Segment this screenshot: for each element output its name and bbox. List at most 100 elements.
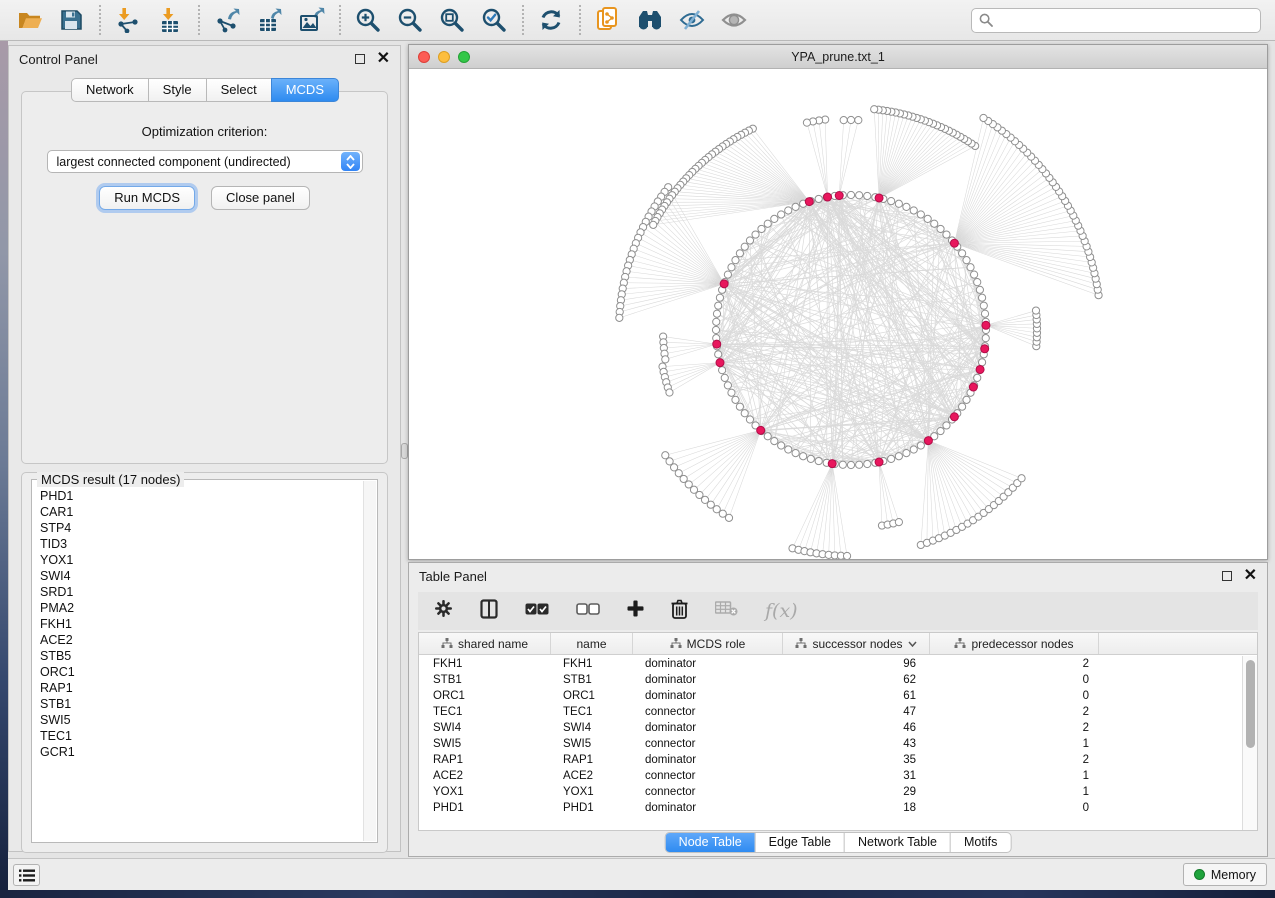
tab-network-table[interactable]: Network Table bbox=[844, 833, 950, 852]
mcds-result-item[interactable]: PHD1 bbox=[34, 488, 362, 504]
eye-slash-icon bbox=[678, 8, 706, 32]
criterion-select[interactable]: largest connected component (undirected) bbox=[47, 150, 363, 173]
task-history-button[interactable] bbox=[13, 864, 40, 886]
close-panel-icon[interactable]: ✕ bbox=[377, 54, 390, 64]
mcds-result-item[interactable]: TID3 bbox=[34, 536, 362, 552]
export-table-icon bbox=[256, 7, 283, 33]
float-panel-icon[interactable] bbox=[355, 54, 365, 64]
mcds-result-item[interactable]: TEC1 bbox=[34, 728, 362, 744]
tab-mcds[interactable]: MCDS bbox=[271, 78, 339, 102]
save-button[interactable] bbox=[54, 4, 88, 36]
zoom-out-button[interactable] bbox=[393, 4, 427, 36]
table-cell: 1 bbox=[930, 770, 1099, 782]
import-network-button[interactable] bbox=[111, 4, 145, 36]
mcds-result-item[interactable]: YOX1 bbox=[34, 552, 362, 568]
table-row[interactable]: SWI5SWI5connector431 bbox=[419, 736, 1242, 752]
table-row[interactable]: ACE2ACE2connector311 bbox=[419, 768, 1242, 784]
table-settings-button[interactable] bbox=[434, 599, 453, 623]
toolbar-search[interactable] bbox=[971, 8, 1261, 33]
memory-status-icon bbox=[1194, 869, 1205, 880]
mcds-result-item[interactable]: FKH1 bbox=[34, 616, 362, 632]
table-row[interactable]: RAP1RAP1dominator352 bbox=[419, 752, 1242, 768]
network-window-titlebar[interactable]: YPA_prune.txt_1 bbox=[409, 45, 1267, 69]
column-header-name[interactable]: name bbox=[551, 633, 633, 654]
zoom-in-button[interactable] bbox=[351, 4, 385, 36]
table-scrollbar-thumb[interactable] bbox=[1246, 660, 1255, 748]
run-mcds-button[interactable]: Run MCDS bbox=[99, 186, 195, 210]
open-folder-icon bbox=[16, 8, 43, 32]
mcds-result-item[interactable]: PMA2 bbox=[34, 600, 362, 616]
column-header-shared-name[interactable]: shared name bbox=[419, 633, 551, 654]
table-cell: ACE2 bbox=[551, 770, 633, 782]
network-canvas[interactable] bbox=[409, 69, 1267, 559]
table-row[interactable]: SWI4SWI4dominator462 bbox=[419, 720, 1242, 736]
table-row[interactable]: YOX1YOX1connector291 bbox=[419, 784, 1242, 800]
export-table-button[interactable] bbox=[252, 4, 286, 36]
vertical-splitter-handle[interactable] bbox=[401, 443, 408, 459]
table-scrollbar[interactable] bbox=[1242, 656, 1257, 830]
table-row[interactable]: ORC1ORC1dominator610 bbox=[419, 688, 1242, 704]
show-hide-preview-button[interactable] bbox=[717, 4, 751, 36]
open-button[interactable] bbox=[12, 4, 46, 36]
table-row[interactable]: TEC1TEC1connector472 bbox=[419, 704, 1242, 720]
export-image-icon bbox=[298, 7, 325, 33]
search-input[interactable] bbox=[999, 13, 1253, 27]
mcds-result-item[interactable]: SWI4 bbox=[34, 568, 362, 584]
mcds-result-item[interactable]: RAP1 bbox=[34, 680, 362, 696]
memory-button[interactable]: Memory bbox=[1183, 863, 1267, 886]
mcds-result-item[interactable]: SRD1 bbox=[34, 584, 362, 600]
mcds-result-item[interactable]: ORC1 bbox=[34, 664, 362, 680]
table-row[interactable]: STB1STB1dominator620 bbox=[419, 672, 1242, 688]
table-cell: dominator bbox=[633, 802, 783, 814]
mcds-tab-panel: Optimization criterion: largest connecte… bbox=[21, 91, 388, 464]
tab-edge-table[interactable]: Edge Table bbox=[755, 833, 844, 852]
mcds-result-item[interactable]: STB5 bbox=[34, 648, 362, 664]
tab-select[interactable]: Select bbox=[206, 78, 272, 102]
table-browser-tabs: Node Table Edge Table Network Table Moti… bbox=[665, 832, 1012, 853]
tab-motifs[interactable]: Motifs bbox=[950, 833, 1010, 852]
mcds-result-item[interactable]: STP4 bbox=[34, 520, 362, 536]
select-all-rows-button[interactable] bbox=[525, 602, 549, 620]
delete-column-button[interactable] bbox=[671, 599, 688, 624]
mcds-result-item[interactable]: SWI5 bbox=[34, 712, 362, 728]
mcds-result-item[interactable]: CAR1 bbox=[34, 504, 362, 520]
mcds-list-scrollbar[interactable] bbox=[363, 481, 376, 841]
shared-column-icon bbox=[954, 638, 966, 649]
eye-icon bbox=[720, 8, 748, 32]
show-hide-style-button[interactable] bbox=[675, 4, 709, 36]
zoom-selected-button[interactable] bbox=[477, 4, 511, 36]
status-bar: Memory bbox=[8, 858, 1275, 890]
close-panel-icon[interactable]: ✕ bbox=[1244, 571, 1257, 581]
table-row[interactable]: FKH1FKH1dominator962 bbox=[419, 656, 1242, 672]
tab-node-table[interactable]: Node Table bbox=[666, 833, 755, 852]
refresh-button[interactable] bbox=[534, 4, 568, 36]
import-table-button[interactable] bbox=[153, 4, 187, 36]
float-panel-icon[interactable] bbox=[1222, 571, 1232, 581]
table-row[interactable]: PHD1PHD1dominator180 bbox=[419, 800, 1242, 816]
mcds-result-item[interactable]: ACE2 bbox=[34, 632, 362, 648]
add-column-button[interactable] bbox=[627, 600, 644, 622]
zoom-selected-icon bbox=[481, 7, 507, 33]
search-network-button[interactable] bbox=[633, 4, 667, 36]
table-cell: 2 bbox=[930, 658, 1099, 670]
mcds-result-list[interactable]: PHD1CAR1STP4TID3YOX1SWI4SRD1PMA2FKH1ACE2… bbox=[34, 483, 362, 840]
tab-style[interactable]: Style bbox=[148, 78, 207, 102]
mcds-result-item[interactable]: STB1 bbox=[34, 696, 362, 712]
mcds-result-item[interactable]: GCR1 bbox=[34, 744, 362, 760]
main-toolbar bbox=[0, 0, 1275, 41]
zoom-fit-button[interactable] bbox=[435, 4, 469, 36]
shared-column-icon bbox=[441, 638, 453, 649]
table-cell: SWI4 bbox=[419, 722, 551, 734]
function-builder-button[interactable]: f(x) bbox=[765, 600, 798, 622]
tab-network[interactable]: Network bbox=[71, 78, 149, 102]
column-header-predecessor-nodes[interactable]: predecessor nodes bbox=[930, 633, 1099, 654]
export-image-button[interactable] bbox=[294, 4, 328, 36]
close-panel-button[interactable]: Close panel bbox=[211, 186, 310, 210]
export-network-button[interactable] bbox=[210, 4, 244, 36]
column-header-successor-nodes[interactable]: successor nodes bbox=[783, 633, 930, 654]
table-column-layout-button[interactable] bbox=[480, 599, 498, 624]
column-header-mcds-role[interactable]: MCDS role bbox=[633, 633, 783, 654]
delete-table-button[interactable] bbox=[715, 601, 738, 621]
deselect-all-rows-button[interactable] bbox=[576, 602, 600, 620]
new-network-from-selection-button[interactable] bbox=[591, 4, 625, 36]
